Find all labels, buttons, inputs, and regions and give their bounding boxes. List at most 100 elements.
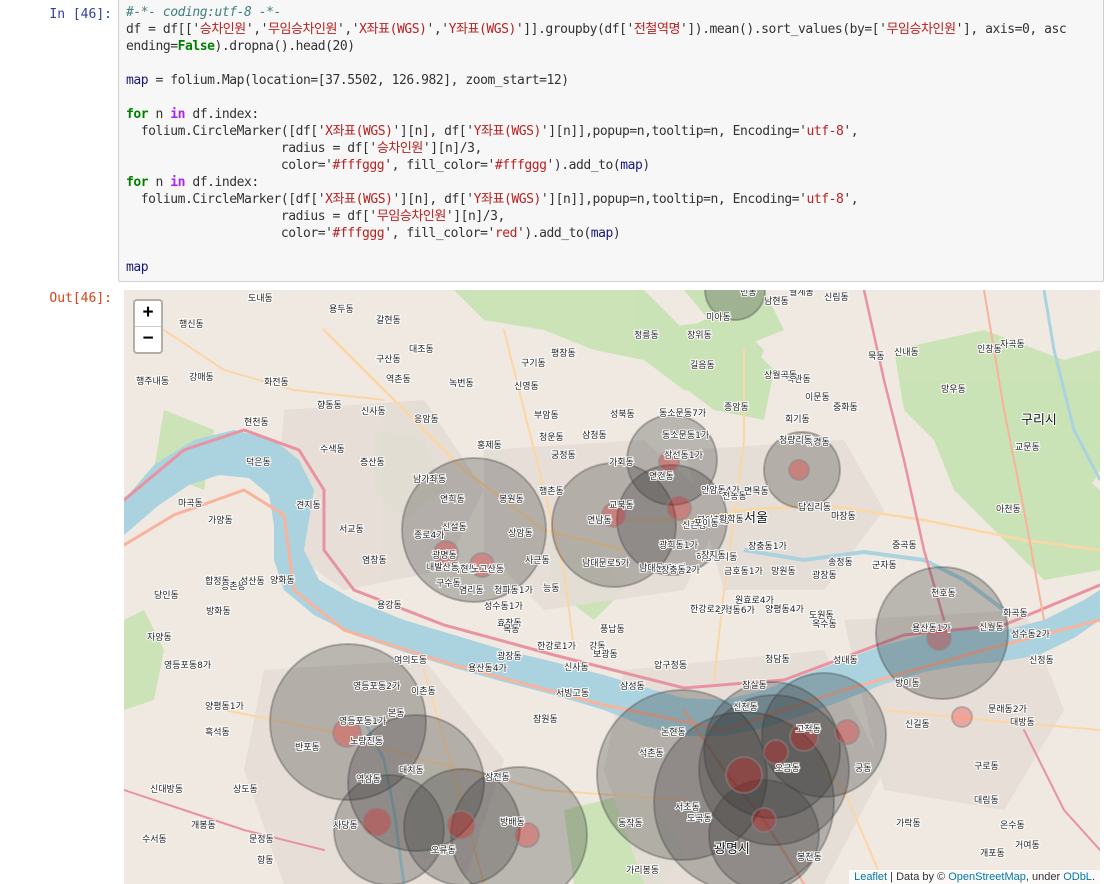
circle-marker-free-ridership[interactable]: [834, 719, 860, 745]
map-place-label: 이촌동: [411, 686, 436, 697]
map-place-label: 삼선동1가: [664, 450, 703, 461]
code-token: folium.CircleMarker([df[': [126, 192, 326, 207]
odbl-link[interactable]: ODbL: [1063, 871, 1092, 883]
map-place-label: 강매동: [189, 372, 214, 383]
map-place-label: 이문동: [805, 392, 830, 403]
circle-marker-free-ridership[interactable]: [446, 810, 476, 840]
map-place-label: 방배동: [500, 817, 525, 828]
circle-marker-free-ridership[interactable]: [763, 739, 789, 765]
zoom-in-button[interactable]: +: [135, 301, 161, 327]
code-token: radius = df[': [126, 141, 377, 156]
map-place-label: 한강로1가: [537, 641, 576, 652]
map-place-label: 염창동: [362, 555, 387, 566]
circle-marker-free-ridership[interactable]: [666, 495, 692, 521]
map-place-label: 연건동: [649, 471, 674, 482]
map-place-label: 광장동: [812, 569, 837, 581]
map-place-label: 신대방동: [150, 784, 183, 795]
map-place-label: 종로4가: [414, 530, 445, 541]
map-canvas[interactable]: 도내동용두동행신동 갈현동 미아동 번동 월계동정릉동 장위동대조동구산동 구기동 평창동강매…: [124, 290, 1100, 884]
map-place-label: 구로동: [974, 761, 999, 772]
zoom-out-button[interactable]: −: [135, 327, 161, 352]
map-place-label: 상월곡동: [764, 369, 797, 381]
code-token: ').add_to(: [516, 226, 591, 241]
code-token: ): [612, 226, 621, 241]
code-variable: map: [620, 158, 643, 173]
map-place-label: 신천동: [733, 702, 758, 713]
attribution-text: .: [1091, 871, 1095, 883]
map-place-label: 녹번동: [449, 378, 474, 389]
map-place-label: 남대문로5가: [582, 558, 629, 569]
map-place-label: 보광동: [593, 648, 618, 660]
map-place-label: 대치동: [399, 764, 424, 776]
map-place-label: 신내동: [894, 347, 919, 358]
code-string: X좌표(WGS): [325, 192, 393, 207]
leaflet-link[interactable]: Leaflet: [854, 871, 887, 883]
map-place-label: 종암동: [724, 401, 749, 413]
circle-marker-free-ridership[interactable]: [751, 807, 777, 833]
circle-marker-free-ridership[interactable]: [362, 807, 392, 837]
code-token: df = df[[': [126, 22, 200, 37]
map-place-label: 당인동: [154, 590, 179, 601]
input-cell[interactable]: In [46]: #-*- coding:utf-8 -*- df = df[[…: [0, 0, 1116, 286]
map-place-label: 압구정동: [654, 659, 687, 671]
map-place-label: 광명동: [432, 549, 457, 561]
map-place-label: 청파동1가: [494, 585, 533, 596]
attribution-text: | Data by ©: [887, 871, 949, 883]
map-place-label: 청운동: [539, 432, 564, 443]
map-place-label: 용강동: [377, 600, 402, 611]
circle-marker-free-ridership[interactable]: [725, 756, 763, 794]
map-place-label: 회기동: [785, 414, 810, 425]
map-place-label: 잠원동: [533, 714, 558, 725]
code-editor[interactable]: #-*- coding:utf-8 -*- df = df[['승차인원','무…: [118, 0, 1104, 282]
map-place-label: 온수동: [1000, 820, 1025, 831]
map-place-label: 인창동: [977, 344, 1002, 355]
map-place-label: 풍납동: [600, 624, 625, 635]
map-place-label: 봉원동: [499, 494, 524, 505]
code-token: ]].groupby(df[': [523, 22, 634, 37]
map-place-label: 군자동: [872, 560, 897, 571]
map-place-label: 증산동: [360, 457, 385, 468]
circle-marker-free-ridership[interactable]: [951, 706, 973, 728]
map-place-label: 문래동2가: [988, 704, 1027, 715]
map-place-label: 번동: [740, 290, 757, 298]
code-token: df.index:: [185, 175, 259, 190]
osm-link[interactable]: OpenStreetMap: [948, 871, 1026, 883]
map-place-label: 대림동: [974, 794, 999, 806]
map-place-label: 성수동2가: [1011, 629, 1050, 640]
map-place-label: 석촌동: [639, 748, 664, 759]
circle-marker-free-ridership[interactable]: [788, 459, 810, 481]
folium-map[interactable]: 도내동 용두동 행신동 갈현동 미아동 번동 월계동 정릉동 장위동 대조동 구산동 구기동 평창동 강매…: [124, 290, 1100, 884]
code-text[interactable]: #-*- coding:utf-8 -*- df = df[['승차인원','무…: [126, 4, 1067, 276]
code-string: 무임승차인원: [376, 209, 447, 224]
map-place-label: 원효로4가: [735, 595, 774, 606]
code-string: X좌표(WGS): [359, 22, 427, 37]
map-place-label: 반포동: [295, 742, 320, 753]
map-place-label: 성수동1가: [484, 601, 523, 612]
map-place-label: 개봉동: [191, 820, 216, 831]
map-place-label: 수서동: [142, 834, 167, 845]
code-token: ).dropna().head(20): [214, 39, 356, 54]
map-place-label: 홍제동: [477, 439, 502, 451]
code-string: Y좌표(WGS): [448, 22, 517, 37]
code-string: 승차인원: [376, 141, 423, 156]
code-keyword: False: [177, 39, 215, 54]
map-place-label: 면목동: [744, 486, 769, 497]
map-place-label: 성내동: [833, 655, 858, 666]
map-place-label: 장지동: [701, 550, 726, 561]
code-variable: map: [590, 226, 614, 241]
code-token: ').add_to(: [546, 158, 621, 173]
map-attribution: Leaflet | Data by © OpenStreetMap, under…: [849, 870, 1100, 884]
map-place-label: 양평동1가: [205, 701, 244, 712]
code-token: ): [642, 158, 650, 173]
map-place-label: 성산동: [240, 576, 265, 587]
map-place-label: 구기동: [521, 358, 546, 369]
map-place-label: 항동: [257, 855, 274, 866]
code-string: #fffggg: [332, 226, 385, 241]
zoom-control[interactable]: + −: [133, 299, 163, 354]
map-place-label: 가락동: [896, 817, 921, 829]
map-place-label: 잠실동: [742, 680, 767, 691]
map-place-label: 대방동: [1010, 717, 1035, 728]
map-place-label: 봉천동: [797, 852, 822, 863]
map-place-label: 묵동: [868, 351, 885, 362]
map-place-label: 사당동: [333, 820, 358, 831]
